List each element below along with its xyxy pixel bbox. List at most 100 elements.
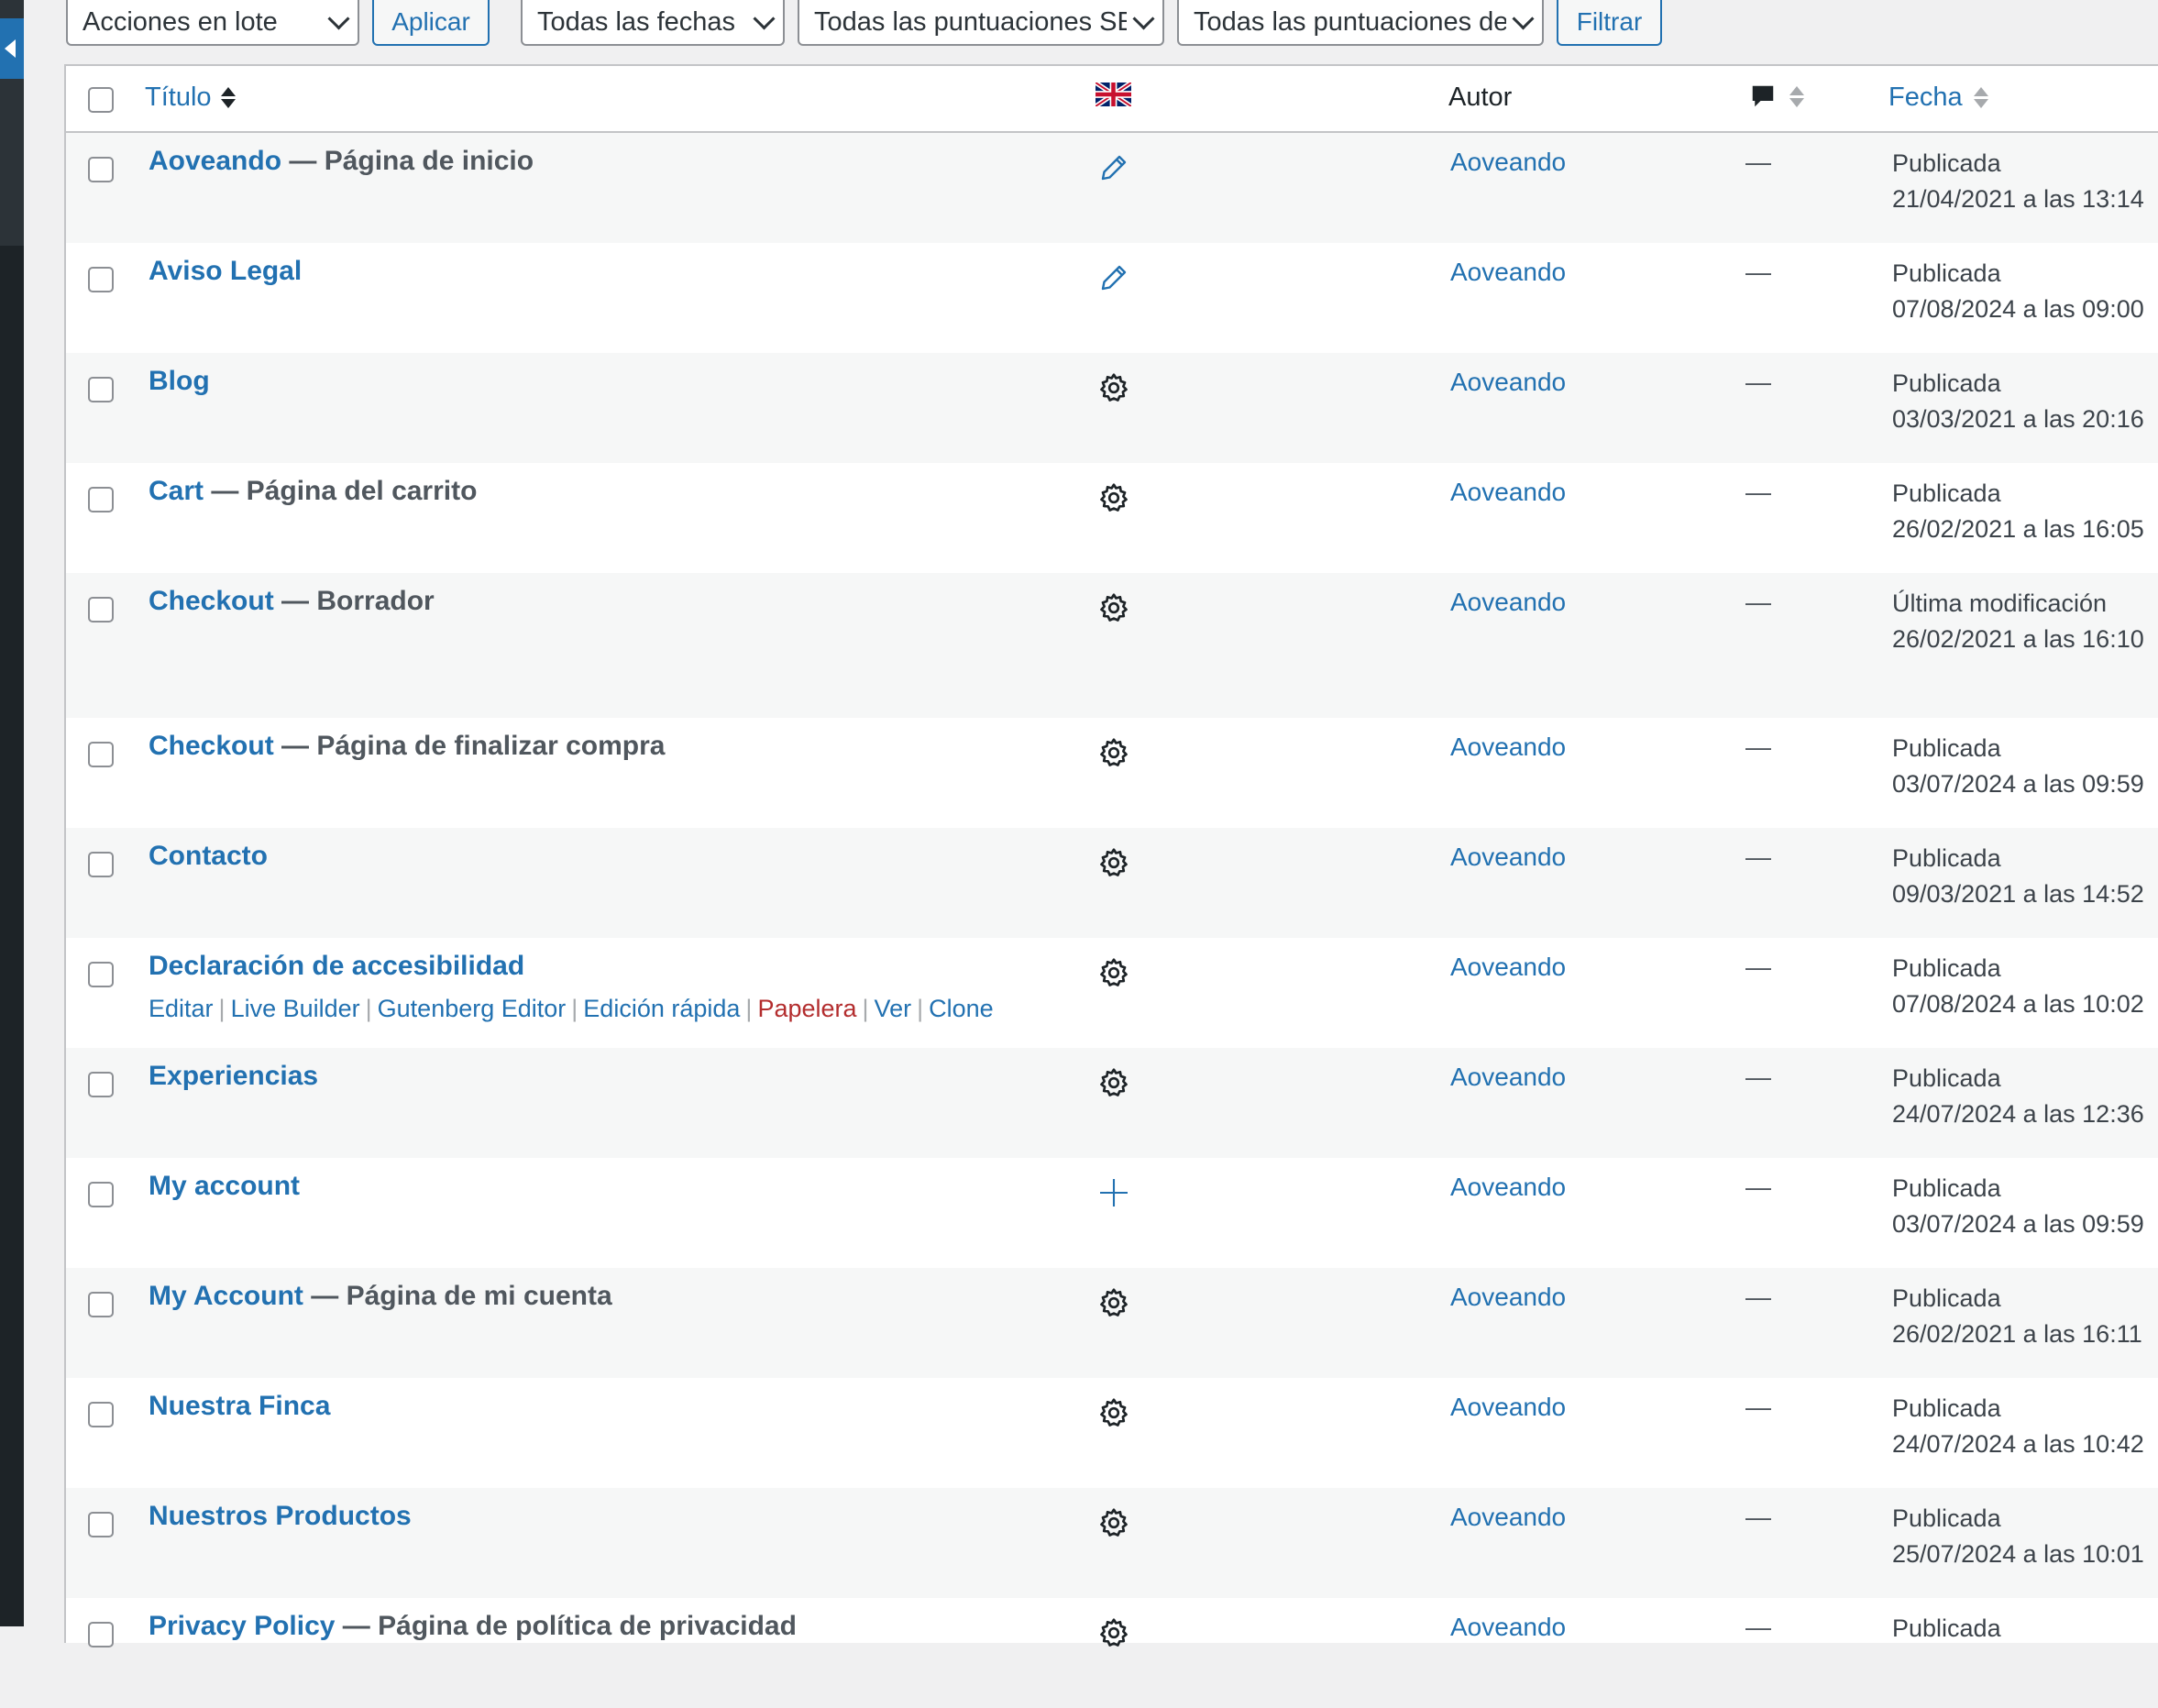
table-row: Cart — Página del carrito Aoveando — Pub… (66, 463, 2158, 573)
gear-icon[interactable] (1097, 1286, 1130, 1319)
row-checkbox[interactable] (88, 1072, 114, 1097)
page-title-link[interactable]: Experiencias (149, 1061, 318, 1091)
gear-icon[interactable] (1097, 1506, 1130, 1539)
bulk-actions-select[interactable]: Acciones en lote (66, 0, 359, 46)
gear-icon[interactable] (1097, 846, 1130, 879)
page-title-link[interactable]: Declaración de accesibilidad (149, 951, 524, 981)
pencil-icon[interactable] (1097, 151, 1130, 184)
page-title: Checkout — Página de finalizar compra (149, 731, 665, 762)
row-checkbox[interactable] (88, 1512, 114, 1537)
comment-count: — (1745, 843, 1771, 871)
table-toolbar: Acciones en lote Aplicar Todas las fecha… (66, 0, 1662, 48)
live-builder-link[interactable]: Live Builder (231, 995, 360, 1022)
author-link[interactable]: Aoveando (1450, 843, 1566, 872)
publish-date: Publicada 24/07/2024 a las 12:36 (1892, 1061, 2144, 1132)
column-author: Autor (1448, 83, 1513, 112)
table-row: Experiencias Aoveando — Publicada 24/07/… (66, 1048, 2158, 1158)
row-checkbox[interactable] (88, 377, 114, 402)
gear-icon[interactable] (1097, 1616, 1130, 1649)
table-row: Privacy Policy — Página de política de p… (66, 1598, 2158, 1708)
gutenberg-editor-link[interactable]: Gutenberg Editor (378, 995, 567, 1022)
edit-link[interactable]: Editar (149, 995, 214, 1022)
publish-status: Publicada (1892, 149, 2001, 177)
author-link[interactable]: Aoveando (1450, 478, 1566, 507)
gear-icon[interactable] (1097, 591, 1130, 624)
row-checkbox[interactable] (88, 852, 114, 877)
row-checkbox[interactable] (88, 267, 114, 292)
gear-icon[interactable] (1097, 736, 1130, 769)
select-all-checkbox[interactable] (88, 87, 114, 113)
author-link[interactable]: Aoveando (1450, 368, 1566, 397)
row-checkbox[interactable] (88, 597, 114, 623)
page-title-link[interactable]: Blog (149, 366, 210, 396)
plus-icon[interactable] (1097, 1176, 1130, 1209)
author-link[interactable]: Aoveando (1450, 733, 1566, 762)
page-title-link[interactable]: My account (149, 1171, 300, 1201)
comment-count: — (1745, 258, 1771, 286)
publish-status: Publicada (1892, 1174, 2001, 1202)
publish-status: Publicada (1892, 1614, 2001, 1642)
page-title-link[interactable]: Checkout (149, 731, 274, 761)
row-checkbox[interactable] (88, 1182, 114, 1207)
page-title-link[interactable]: Cart (149, 476, 204, 506)
page-title-link[interactable]: Nuestros Productos (149, 1501, 412, 1531)
quick-edit-link[interactable]: Edición rápida (583, 995, 740, 1022)
comment-count: — (1745, 1613, 1771, 1641)
pencil-icon[interactable] (1097, 261, 1130, 294)
collapse-menu-arrow-icon[interactable] (0, 18, 24, 79)
table-row: Aviso Legal Aoveando — Publicada 07/08/2… (66, 243, 2158, 353)
page-title-link[interactable]: Checkout (149, 586, 274, 616)
author-link[interactable]: Aoveando (1450, 953, 1566, 982)
seo-score-select[interactable]: Todas las puntuaciones SEO (798, 0, 1164, 46)
trash-link[interactable]: Papelera (757, 995, 856, 1022)
publish-date: Publicada 26/02/2021 a las 16:05 (1892, 476, 2144, 547)
view-link[interactable]: Ver (875, 995, 912, 1022)
page-title: Privacy Policy — Página de política de p… (149, 1611, 797, 1642)
publish-datetime: 26/02/2021 a las 16:10 (1892, 625, 2144, 653)
author-link[interactable]: Aoveando (1450, 1393, 1566, 1422)
table-body: Aoveando — Página de inicio Aoveando — P… (66, 133, 2158, 1708)
author-link[interactable]: Aoveando (1450, 1063, 1566, 1092)
gear-icon[interactable] (1097, 956, 1130, 989)
author-link[interactable]: Aoveando (1450, 1283, 1566, 1312)
page-title-link[interactable]: My Account (149, 1281, 303, 1311)
gear-icon[interactable] (1097, 371, 1130, 404)
page-title-link[interactable]: Nuestra Finca (149, 1391, 330, 1421)
row-checkbox[interactable] (88, 1622, 114, 1647)
table-row: Checkout — Página de finalizar compra Ao… (66, 718, 2158, 828)
gear-icon[interactable] (1097, 1066, 1130, 1099)
sort-arrows-icon (1789, 85, 1804, 107)
page-title-link[interactable]: Aoveando (149, 146, 281, 176)
page-title: Contacto (149, 841, 268, 872)
comment-count: — (1745, 1393, 1771, 1421)
row-checkbox[interactable] (88, 962, 114, 987)
page-state: — Página del carrito (204, 476, 478, 506)
comment-count: — (1745, 478, 1771, 506)
column-title-sort[interactable]: Título (145, 83, 236, 113)
author-link[interactable]: Aoveando (1450, 148, 1566, 177)
page-state: — Borrador (273, 586, 435, 616)
apply-button[interactable]: Aplicar (372, 0, 490, 46)
column-date-sort[interactable]: Fecha (1888, 83, 1988, 113)
date-filter-select[interactable]: Todas las fechas (521, 0, 785, 46)
row-checkbox[interactable] (88, 1292, 114, 1317)
row-checkbox[interactable] (88, 157, 114, 182)
row-checkbox[interactable] (88, 1402, 114, 1427)
author-link[interactable]: Aoveando (1450, 588, 1566, 617)
column-comments-sort[interactable] (1749, 83, 1804, 110)
gear-icon[interactable] (1097, 481, 1130, 514)
readability-score-select[interactable]: Todas las puntuaciones de legibilidad (1177, 0, 1544, 46)
author-link[interactable]: Aoveando (1450, 1173, 1566, 1202)
chevron-down-icon (1512, 6, 1535, 30)
publish-date: Publicada 26/02/2021 a las 16:11 (1892, 1281, 2142, 1352)
author-link[interactable]: Aoveando (1450, 1503, 1566, 1532)
row-checkbox[interactable] (88, 742, 114, 767)
gear-icon[interactable] (1097, 1396, 1130, 1429)
author-link[interactable]: Aoveando (1450, 258, 1566, 287)
row-checkbox[interactable] (88, 487, 114, 512)
author-link[interactable]: Aoveando (1450, 1613, 1566, 1642)
page-title-link[interactable]: Aviso Legal (149, 256, 302, 286)
clone-link[interactable]: Clone (929, 995, 994, 1022)
filter-button[interactable]: Filtrar (1557, 0, 1662, 46)
page-title-link[interactable]: Contacto (149, 841, 268, 871)
